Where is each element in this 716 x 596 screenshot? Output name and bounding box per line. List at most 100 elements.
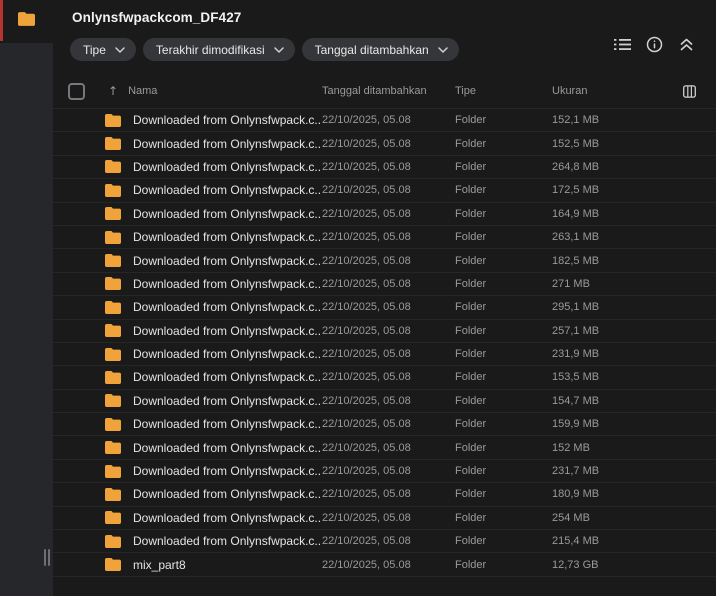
- file-list: Downloaded from Onlynsfwpack.c... 22/10/…: [53, 108, 716, 577]
- file-type: Folder: [455, 348, 487, 361]
- file-size: 159,9 MB: [552, 418, 600, 431]
- chevron-down-icon: [437, 47, 448, 53]
- table-row[interactable]: Downloaded from Onlynsfwpack.c... 22/10/…: [53, 273, 716, 297]
- table-row[interactable]: Downloaded from Onlynsfwpack.c... 22/10/…: [53, 156, 716, 180]
- file-date-added: 22/10/2025, 05.08: [322, 231, 411, 244]
- file-name: Downloaded from Onlynsfwpack.c...: [133, 417, 320, 432]
- file-type: Folder: [455, 441, 487, 454]
- row-name-cell: Downloaded from Onlynsfwpack.c...: [100, 160, 320, 174]
- file-type: Folder: [455, 394, 487, 407]
- row-name-cell: Downloaded from Onlynsfwpack.c...: [100, 277, 320, 291]
- file-name: Downloaded from Onlynsfwpack.c...: [133, 276, 320, 291]
- collapse-icon[interactable]: [678, 36, 695, 53]
- file-date-added: 22/10/2025, 05.08: [322, 535, 411, 548]
- file-date-added: 22/10/2025, 05.08: [322, 184, 411, 197]
- table-row[interactable]: Downloaded from Onlynsfwpack.c... 22/10/…: [53, 366, 716, 390]
- file-type: Folder: [455, 371, 487, 384]
- table-row[interactable]: Downloaded from Onlynsfwpack.c... 22/10/…: [53, 530, 716, 554]
- folder-icon: [105, 277, 121, 291]
- row-name-cell: Downloaded from Onlynsfwpack.c...: [100, 487, 320, 501]
- row-name-cell: mix_part8: [100, 558, 320, 572]
- row-name-cell: Downloaded from Onlynsfwpack.c...: [100, 394, 320, 408]
- main-panel: Onlynsfwpackcom_DF427 Tipe Terakhir dimo…: [53, 0, 716, 596]
- column-header-label: Nama: [128, 85, 158, 97]
- filter-chip-type[interactable]: Tipe: [70, 38, 136, 61]
- file-name: Downloaded from Onlynsfwpack.c...: [133, 230, 320, 245]
- file-type: Folder: [455, 324, 487, 337]
- file-type: Folder: [455, 488, 487, 501]
- file-name: Downloaded from Onlynsfwpack.c...: [133, 347, 320, 362]
- row-name-cell: Downloaded from Onlynsfwpack.c...: [100, 370, 320, 384]
- table-row[interactable]: Downloaded from Onlynsfwpack.c... 22/10/…: [53, 390, 716, 414]
- table-row[interactable]: Downloaded from Onlynsfwpack.c... 22/10/…: [53, 203, 716, 226]
- file-name: Downloaded from Onlynsfwpack.c...: [133, 113, 320, 128]
- table-row[interactable]: Downloaded from Onlynsfwpack.c... 22/10/…: [53, 413, 716, 437]
- table-row[interactable]: Downloaded from Onlynsfwpack.c... 22/10/…: [53, 109, 716, 133]
- table-row[interactable]: mix_part8 22/10/2025, 05.08 Folder 12,73…: [53, 553, 716, 577]
- sidebar: [0, 0, 53, 596]
- folder-icon: [105, 511, 121, 525]
- folder-icon: [105, 394, 121, 408]
- file-name: Downloaded from Onlynsfwpack.c...: [133, 370, 320, 385]
- table-header: ↑ Nama Tanggal ditambahkan Tipe Ukuran: [53, 74, 716, 108]
- filter-chip-date-added[interactable]: Tanggal ditambahkan: [301, 38, 459, 61]
- file-date-added: 22/10/2025, 05.08: [322, 277, 411, 290]
- file-name: Downloaded from Onlynsfwpack.c...: [133, 464, 320, 479]
- table-row[interactable]: Downloaded from Onlynsfwpack.c... 22/10/…: [53, 179, 716, 203]
- column-settings-icon[interactable]: [683, 84, 696, 98]
- file-date-added: 22/10/2025, 05.08: [322, 394, 411, 407]
- info-icon[interactable]: [646, 36, 663, 53]
- table-row[interactable]: Downloaded from Onlynsfwpack.c... 22/10/…: [53, 132, 716, 156]
- table-row[interactable]: Downloaded from Onlynsfwpack.c... 22/10/…: [53, 483, 716, 507]
- row-name-cell: Downloaded from Onlynsfwpack.c...: [100, 207, 320, 221]
- folder-icon: [105, 230, 121, 244]
- file-size: 254 MB: [552, 511, 590, 524]
- accent-strip: [0, 0, 3, 41]
- row-name-cell: Downloaded from Onlynsfwpack.c...: [100, 324, 320, 338]
- file-date-added: 22/10/2025, 05.08: [322, 371, 411, 384]
- filter-chip-last-modified[interactable]: Terakhir dimodifikasi: [142, 38, 295, 61]
- list-view-icon[interactable]: [614, 36, 631, 53]
- column-header-date-added[interactable]: Tanggal ditambahkan: [320, 85, 453, 97]
- file-size: 153,5 MB: [552, 371, 600, 384]
- table-row[interactable]: Downloaded from Onlynsfwpack.c... 22/10/…: [53, 320, 716, 343]
- row-name-cell: Downloaded from Onlynsfwpack.c...: [100, 511, 320, 525]
- folder-icon: [105, 207, 121, 221]
- file-name: Downloaded from Onlynsfwpack.c...: [133, 206, 320, 221]
- file-size: 231,7 MB: [552, 465, 600, 478]
- select-all-checkbox[interactable]: [68, 82, 85, 100]
- file-type: Folder: [455, 114, 487, 127]
- file-name: Downloaded from Onlynsfwpack.c...: [133, 510, 320, 525]
- file-date-added: 22/10/2025, 05.08: [322, 511, 411, 524]
- file-size: 271 MB: [552, 277, 590, 290]
- folder-icon: [105, 300, 121, 314]
- table-row[interactable]: Downloaded from Onlynsfwpack.c... 22/10/…: [53, 343, 716, 367]
- column-header-type[interactable]: Tipe: [453, 85, 550, 97]
- file-type: Folder: [455, 558, 487, 571]
- file-type: Folder: [455, 418, 487, 431]
- table-row[interactable]: Downloaded from Onlynsfwpack.c... 22/10/…: [53, 436, 716, 460]
- column-header-name[interactable]: ↑ Nama: [100, 84, 320, 98]
- folder-icon: [105, 183, 121, 197]
- sidebar-resize-handle[interactable]: [44, 549, 50, 566]
- table-row[interactable]: Downloaded from Onlynsfwpack.c... 22/10/…: [53, 507, 716, 531]
- folder-icon: [105, 160, 121, 174]
- file-date-added: 22/10/2025, 05.08: [322, 324, 411, 337]
- table-row[interactable]: Downloaded from Onlynsfwpack.c... 22/10/…: [53, 226, 716, 250]
- file-name: Downloaded from Onlynsfwpack.c...: [133, 440, 320, 455]
- table-row[interactable]: Downloaded from Onlynsfwpack.c... 22/10/…: [53, 249, 716, 273]
- row-name-cell: Downloaded from Onlynsfwpack.c...: [100, 254, 320, 268]
- file-name: Downloaded from Onlynsfwpack.c...: [133, 534, 320, 549]
- folder-icon: [105, 441, 121, 455]
- file-size: 154,7 MB: [552, 394, 600, 407]
- sidebar-item-current-folder[interactable]: [0, 0, 53, 43]
- file-size: 180,9 MB: [552, 488, 600, 501]
- folder-icon: [105, 254, 121, 268]
- chevron-down-icon: [115, 47, 125, 53]
- file-date-added: 22/10/2025, 05.08: [322, 465, 411, 478]
- table-row[interactable]: Downloaded from Onlynsfwpack.c... 22/10/…: [53, 296, 716, 320]
- row-name-cell: Downloaded from Onlynsfwpack.c...: [100, 464, 320, 478]
- row-name-cell: Downloaded from Onlynsfwpack.c...: [100, 113, 320, 127]
- table-row[interactable]: Downloaded from Onlynsfwpack.c... 22/10/…: [53, 460, 716, 484]
- column-header-size[interactable]: Ukuran: [550, 85, 660, 97]
